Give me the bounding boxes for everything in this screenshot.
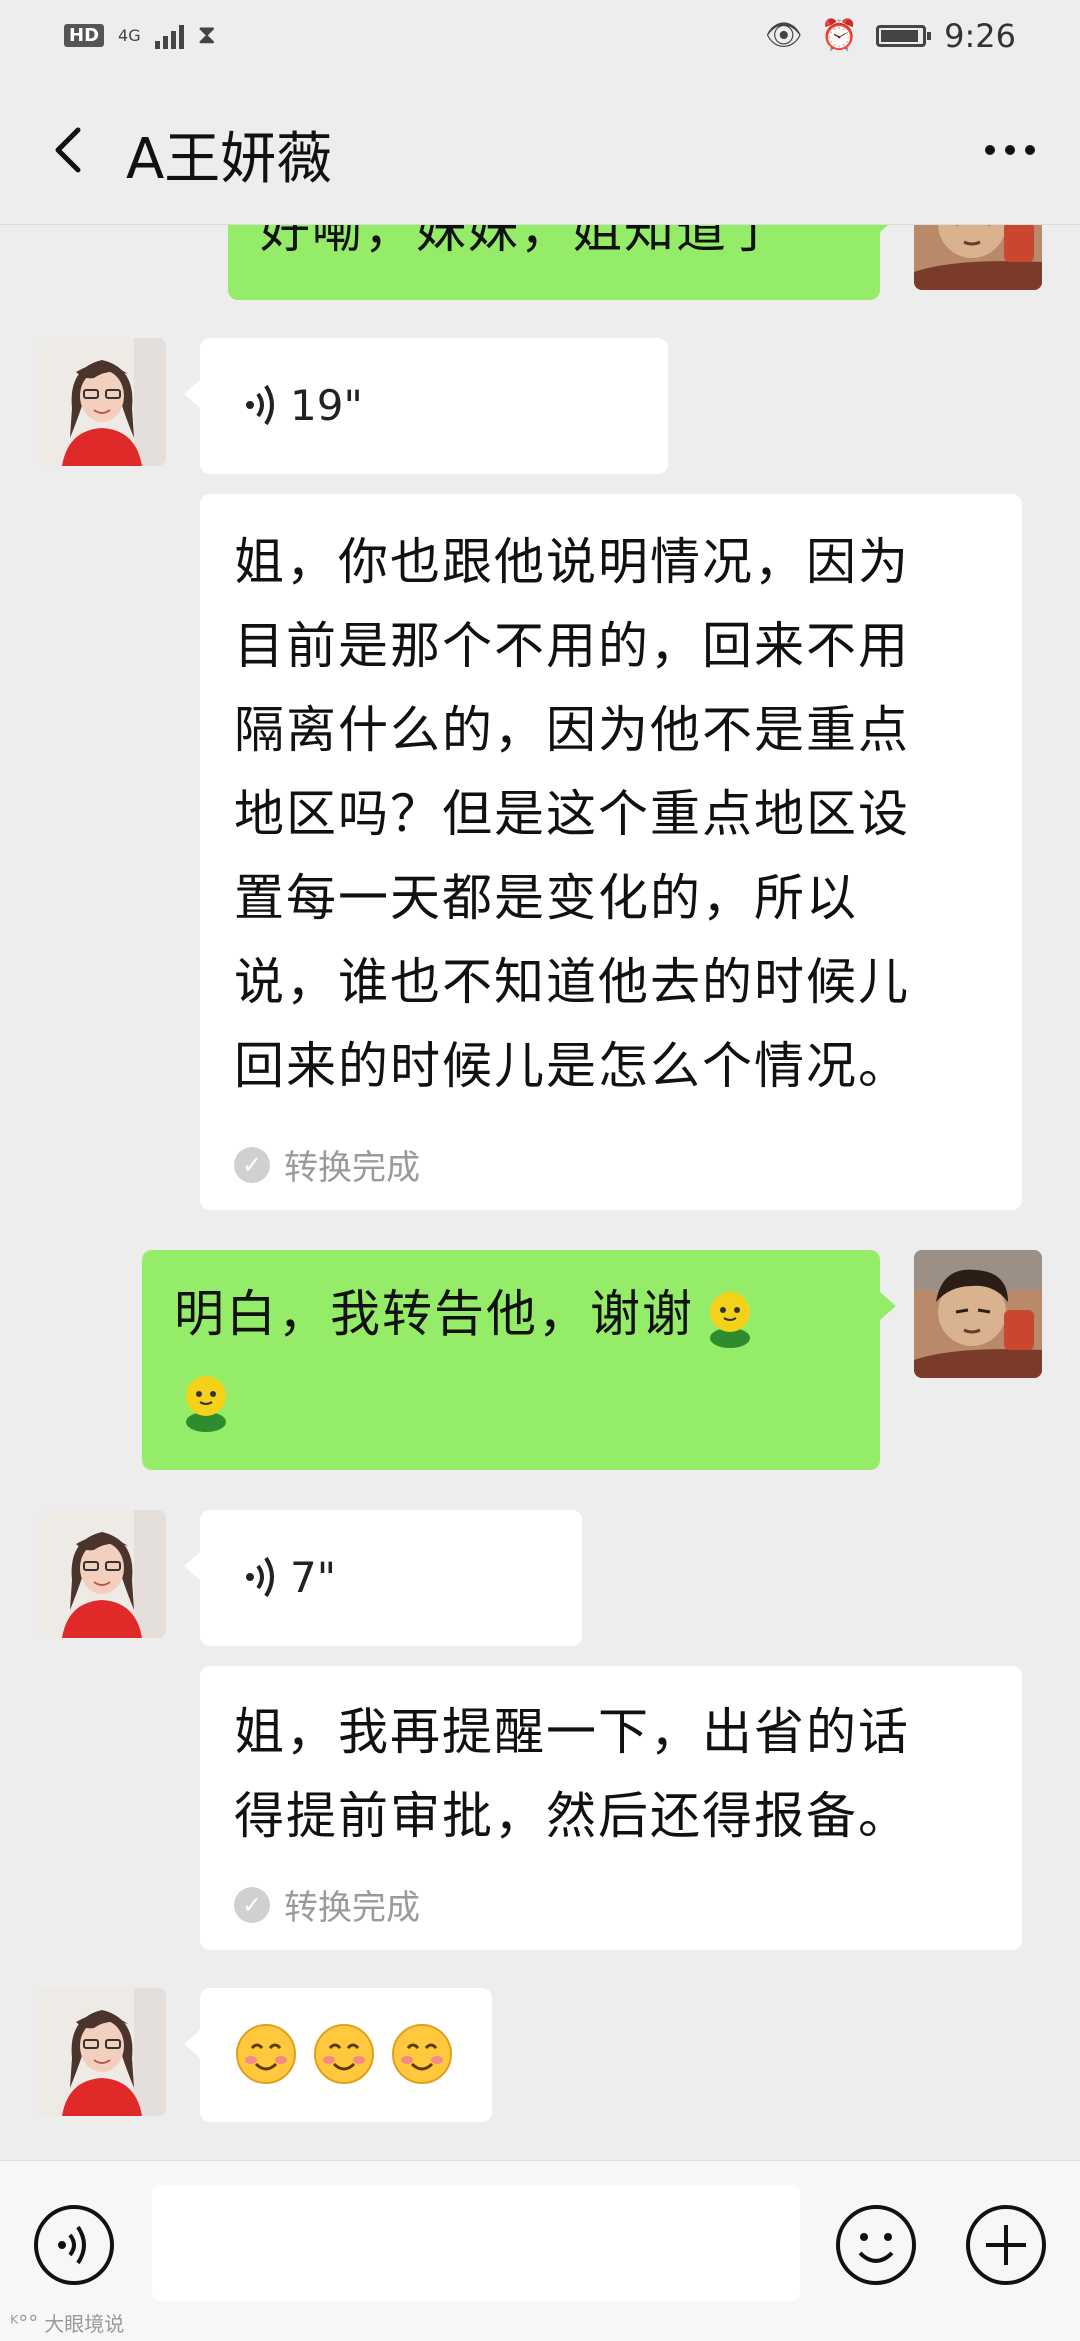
alarm-icon: ⏰ (820, 18, 859, 53)
network-type: 4G (118, 25, 141, 45)
watermark: ᴷ°° 大眼境说 (10, 2310, 125, 2337)
emoji-icon[interactable] (834, 2203, 918, 2287)
smiling-blush-emoji (234, 2022, 298, 2086)
battery-icon (876, 25, 932, 47)
check-circle-icon: ✓ (234, 1146, 270, 1183)
green-smiley-emoji (698, 1286, 762, 1350)
contact-avatar[interactable] (38, 1510, 166, 1638)
voice-message-bubble[interactable]: 7" (184, 1510, 582, 1646)
message-input[interactable] (152, 2185, 800, 2301)
status-time: 9:26 (944, 17, 1016, 55)
check-circle-icon: ✓ (234, 1886, 270, 1923)
more-dots-icon[interactable] (980, 132, 1040, 168)
smiling-blush-emoji (312, 2022, 376, 2086)
conversion-status: ✓ 转换完成 (234, 1140, 420, 1189)
voice-wave-icon (246, 384, 274, 426)
voice-input-icon[interactable] (32, 2203, 116, 2287)
signal-icon (154, 23, 184, 49)
voice-duration: 7" (290, 1552, 337, 1602)
watermark-logo-icon: ᴷ°° (10, 2310, 39, 2335)
my-avatar[interactable] (914, 1250, 1042, 1378)
outgoing-message-bubble[interactable]: 明白，我转告他，谢谢 (142, 1250, 896, 1470)
transcript-text: 姐，我再提醒一下，出省的话 得提前审批，然后还得报备。 (234, 1703, 910, 1845)
voice-transcript-bubble[interactable]: 姐，你也跟他说明情况，因为 目前是那个不用的，回来不用 隔离什么的，因为他不是重… (200, 494, 1022, 1210)
voice-message-bubble[interactable]: 19" (184, 338, 668, 474)
green-smiley-emoji (174, 1370, 238, 1434)
hourglass-icon: ⧗ (197, 20, 216, 50)
chevron-left-icon[interactable] (40, 120, 100, 180)
hd-badge: HD (64, 24, 105, 47)
message-list[interactable]: 好嘞，妹妹，姐知道了 19" 姐，你也跟他说明情况，因为 目前是那个不用的，回来… (0, 0, 1080, 2160)
voice-wave-icon (246, 1556, 274, 1598)
input-bar (0, 2160, 1080, 2341)
voice-duration: 19" (290, 380, 363, 430)
smiling-blush-emoji (390, 2022, 454, 2086)
transcript-text: 姐，你也跟他说明情况，因为 目前是那个不用的，回来不用 隔离什么的，因为他不是重… (234, 533, 910, 1095)
chat-header: A王妍薇 (0, 72, 1080, 225)
chat-title: A王妍薇 (126, 127, 333, 192)
plus-icon[interactable] (964, 2203, 1048, 2287)
conversion-status: ✓ 转换完成 (234, 1880, 420, 1929)
voice-transcript-bubble[interactable]: 姐，我再提醒一下，出省的话 得提前审批，然后还得报备。 ✓ 转换完成 (200, 1666, 1022, 1950)
contact-avatar[interactable] (38, 338, 166, 466)
emoji-row (234, 2022, 468, 2086)
message-text: 明白，我转告他，谢谢 (174, 1272, 864, 1440)
contact-avatar[interactable] (38, 1988, 166, 2116)
status-bar: HD 4G ⧗ 👁 ⏰ 9:26 (0, 0, 1080, 72)
eye-comfort-icon: 👁 (764, 18, 803, 53)
